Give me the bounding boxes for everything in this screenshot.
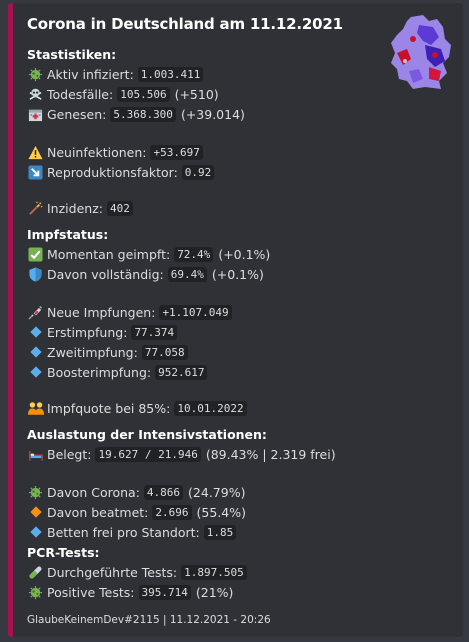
genesen-label: Genesen: [47,106,107,122]
shield-icon [27,266,44,283]
line-todesfaelle: Todesfälle: 105.506 (+510) [27,85,219,103]
reproduktionsfaktor-label: Reproduktionsfaktor: [47,164,178,180]
vollstaendig-value: 69.4% [167,266,207,282]
betten-frei-label: Betten frei pro Standort: [47,524,200,540]
microbe-icon [27,66,44,83]
blue-diamond-icon [27,324,44,341]
blue-diamond-icon [27,364,44,381]
durchgefuehrte-tests-label: Durchgeführte Tests: [47,564,178,580]
line-reproduktionsfaktor: Reproduktionsfaktor: 0.92 [27,163,215,181]
davon-corona-value: 4.866 [143,484,184,500]
neue-impfungen-label: Neue Impfungen: [47,304,156,320]
impfquote-label: Impfquote bei 85%: [47,400,171,416]
syringe-icon [27,304,44,321]
davon-corona-label: Davon Corona: [47,484,140,500]
section-impfstatus: Impfstatus: [27,227,109,242]
embed-footer: GlaubeKeinemDev#2115 | 11.12.2021 - 20:2… [27,614,271,626]
aktiv-label: Aktiv infiziert: [47,66,134,82]
line-impfquote: Impfquote bei 85%: 10.01.2022 [27,399,247,417]
momentan-value: 72.4% [174,246,214,262]
test-tube-icon [27,564,44,581]
todesfaelle-label: Todesfälle: [47,86,114,102]
genesen-value: 5.368.300 [110,106,176,122]
belegt-value: 19.627 / 21.946 [95,446,201,462]
betten-frei-value: 1.85 [203,524,237,540]
line-momentan-geimpft: Momentan geimpft: 72.4% (+0.1%) [27,245,270,263]
erstimpfung-label: Erstimpfung: [47,324,128,340]
check-mark-icon [27,246,44,263]
impfquote-value: 10.01.2022 [174,400,247,416]
line-aktiv: Aktiv infiziert: 1.003.411 [27,65,204,83]
line-davon-vollstaendig: Davon vollständig: 69.4% (+0.1%) [27,265,264,283]
momentan-label: Momentan geimpft: [47,246,171,262]
erstimpfung-value: 77.374 [131,324,178,340]
vollstaendig-label: Davon vollständig: [47,266,164,282]
zweitimpfung-label: Zweitimpfung: [47,344,138,360]
aktiv-value: 1.003.411 [137,66,204,82]
line-positive-tests: Positive Tests: 395.714 (21%) [27,583,233,601]
skull-crossbones-icon [27,86,44,103]
line-betten-frei: Betten frei pro Standort: 1.85 [27,523,237,541]
blue-diamond-icon [27,344,44,361]
arrow-down-right-icon [27,164,44,181]
zweitimpfung-value: 77.058 [141,344,188,360]
line-neuinfektionen: Neuinfektionen: +53.697 [27,143,203,161]
inzidenz-value: 402 [106,200,133,216]
line-durchgefuehrte-tests: Durchgeführte Tests: 1.897.505 [27,563,247,581]
positive-tests-label: Positive Tests: [47,584,135,600]
germany-map-thumbnail[interactable] [389,15,453,89]
people-hugging-icon [27,400,44,417]
reproduktionsfaktor-value: 0.92 [181,164,215,180]
belegt-label: Belegt: [47,446,92,462]
hospital-icon [27,106,44,123]
neue-impfungen-value: +1.107.049 [159,304,232,320]
boosterimpfung-value: 952.617 [155,364,208,380]
microbe-icon [27,484,44,501]
embed-title: Corona in Deutschland am 11.12.2021 [27,15,343,33]
line-neue-impfungen: Neue Impfungen: +1.107.049 [27,303,232,321]
line-davon-beatmet: Davon beatmet: 2.696 (55.4%) [27,503,246,521]
orange-diamond-icon [27,504,44,521]
neuinfektionen-value: +53.697 [150,144,203,160]
davon-beatmet-percent: (55.4%) [196,504,246,520]
belegt-extra: (89.43% | 2.319 frei) [205,446,336,462]
todesfaelle-delta: (+510) [174,86,219,102]
line-erstimpfung: Erstimpfung: 77.374 [27,323,178,341]
durchgefuehrte-tests-value: 1.897.505 [181,564,247,580]
section-pcr-tests: PCR-Tests: [27,545,100,560]
section-intensivstationen: Auslastung der Intensivstationen: [27,427,267,442]
line-genesen: Genesen: 5.368.300 (+39.014) [27,105,245,123]
line-inzidenz: Inzidenz: 402 [27,199,133,217]
line-davon-corona: Davon Corona: 4.866 (24.79%) [27,483,245,501]
davon-beatmet-label: Davon beatmet: [47,504,149,520]
warning-icon [27,144,44,161]
microbe-icon [27,584,44,601]
positive-tests-value: 395.714 [138,584,191,600]
inzidenz-label: Inzidenz: [47,200,103,216]
neuinfektionen-label: Neuinfektionen: [47,144,147,160]
magic-wand-icon [27,200,44,217]
davon-beatmet-value: 2.696 [152,504,192,520]
line-zweitimpfung: Zweitimpfung: 77.058 [27,343,188,361]
section-statistiken: Stastistiken: [27,47,117,62]
positive-tests-percent: (21%) [195,584,234,600]
embed-card: Corona in Deutschland am 11.12.2021 Stas… [8,3,463,637]
line-belegt: Belegt: 19.627 / 21.946 (89.43% | 2.319 … [27,445,336,463]
todesfaelle-value: 105.506 [117,86,170,102]
davon-corona-percent: (24.79%) [188,484,246,500]
bed-icon [27,446,44,463]
vollstaendig-delta: (+0.1%) [211,266,264,282]
momentan-delta: (+0.1%) [218,246,271,262]
blue-diamond-icon [27,524,44,541]
genesen-delta: (+39.014) [180,106,245,122]
line-boosterimpfung: Boosterimpfung: 952.617 [27,363,208,381]
boosterimpfung-label: Boosterimpfung: [47,364,152,380]
